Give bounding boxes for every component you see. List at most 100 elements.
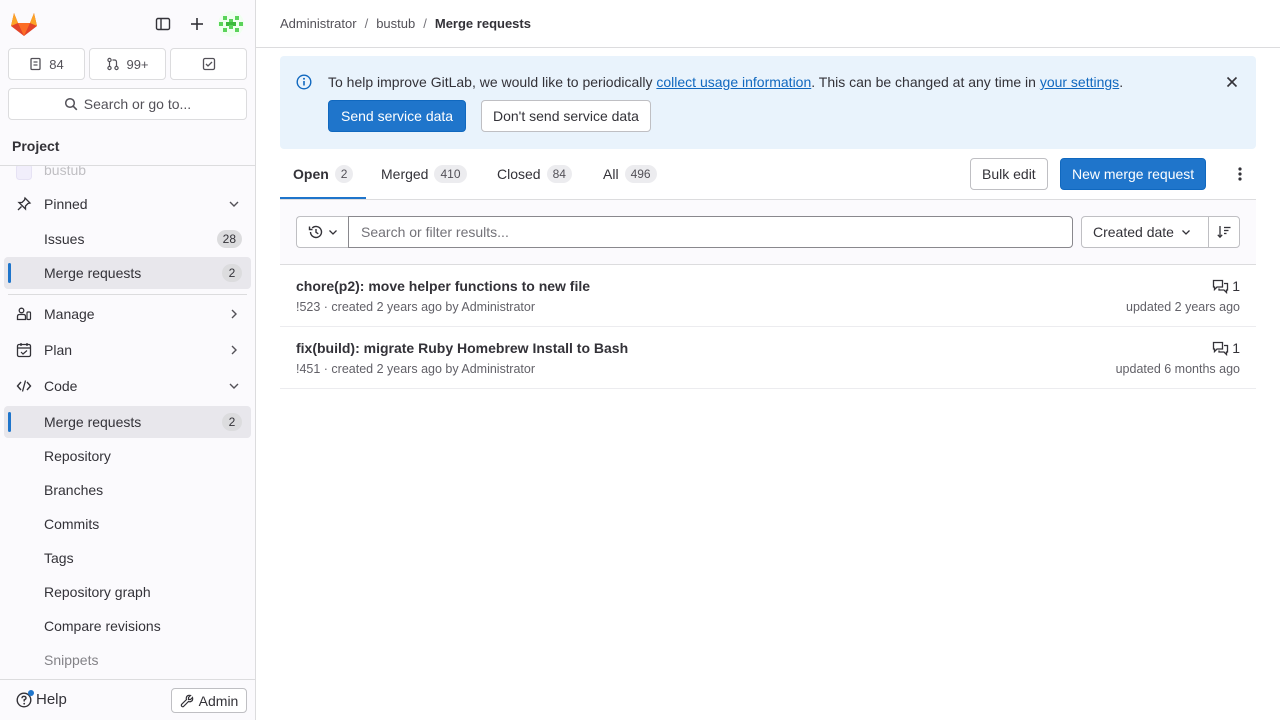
sidebar-item-label: Repository graph — [44, 584, 151, 600]
issues-icon — [29, 57, 43, 71]
banner-text: . This can be changed at any time in — [811, 74, 1040, 90]
sidebar-item-manage[interactable]: Manage — [4, 298, 251, 330]
new-merge-request-button[interactable]: New merge request — [1060, 158, 1207, 190]
tab-all[interactable]: All 496 — [590, 149, 670, 199]
sidebar: 84 99+ Search or go to... Project bustub… — [0, 0, 256, 720]
todo-counter[interactable] — [170, 48, 247, 80]
bulk-edit-button[interactable]: Bulk edit — [970, 158, 1048, 190]
sort-direction-button[interactable] — [1208, 216, 1240, 248]
breadcrumb-item[interactable]: bustub — [376, 16, 415, 31]
sidebar-item-compare-revisions[interactable]: Compare revisions — [4, 610, 251, 642]
chevron-down-icon — [227, 379, 241, 393]
your-settings-link[interactable]: your settings — [1040, 74, 1119, 90]
tab-merged[interactable]: Merged 410 — [368, 149, 480, 199]
admin-button[interactable]: Admin — [171, 688, 247, 713]
merge-request-row: fix(build): migrate Ruby Homebrew Instal… — [280, 327, 1256, 389]
sidebar-item-label: Merge requests — [44, 414, 142, 430]
count-badge: 28 — [216, 230, 242, 248]
filter-bar: Search or filter results... Created date — [280, 200, 1256, 265]
sidebar-item-snippets[interactable]: Snippets — [4, 644, 251, 676]
chevron-down-icon — [327, 226, 339, 238]
sidebar-header — [0, 0, 255, 48]
count-badge: 2 — [222, 413, 242, 431]
users-icon — [16, 306, 32, 322]
sort-select[interactable]: Created date — [1081, 216, 1209, 248]
search-label: Search or go to... — [83, 96, 192, 112]
tab-count: 84 — [546, 165, 572, 183]
sidebar-item-repository[interactable]: Repository — [4, 440, 251, 472]
sidebar-item-label: Tags — [44, 550, 74, 566]
help-button[interactable]: Help — [16, 689, 67, 708]
plus-icon[interactable] — [183, 10, 211, 38]
banner-text: To help improve GitLab, we would like to… — [328, 74, 657, 90]
recent-searches-button[interactable] — [296, 216, 349, 248]
send-service-data-button[interactable]: Send service data — [328, 100, 467, 132]
banner-message: To help improve GitLab, we would like to… — [328, 74, 1123, 90]
sidebar-item-code-merge-requests[interactable]: Merge requests 2 — [4, 406, 251, 438]
sidebar-item-tags[interactable]: Tags — [4, 542, 251, 574]
chevron-right-icon — [227, 343, 241, 357]
merge-request-meta: !451 · created 2 years ago by Administra… — [296, 362, 536, 376]
notification-dot — [28, 689, 34, 696]
thumbtack-icon — [16, 196, 32, 212]
main-content: Administrator / bustub / Merge requests … — [256, 0, 1280, 720]
breadcrumb-item[interactable]: Administrator — [280, 16, 357, 31]
issues-count: 84 — [49, 56, 64, 72]
banner-text: . — [1119, 74, 1124, 90]
code-icon — [16, 378, 32, 394]
merge-requests-count: 99+ — [126, 56, 149, 72]
sort-descending-icon — [1216, 224, 1232, 240]
mr-state-tabs: Open 2 Merged 410 Closed 84 All 496 Bulk edi… — [280, 149, 1256, 200]
more-actions-icon[interactable] — [1228, 162, 1252, 186]
search-button[interactable]: Search or go to... — [8, 88, 247, 120]
divider — [8, 294, 247, 295]
comments-value: 1 — [1232, 278, 1240, 294]
merge-requests-counter[interactable]: 99+ — [89, 48, 166, 80]
collect-usage-link[interactable]: collect usage information — [656, 74, 811, 90]
question-icon — [16, 689, 34, 708]
updated-time: updated 6 months ago — [1115, 362, 1240, 376]
tab-label: Open — [293, 166, 329, 182]
sort-label: Created date — [1093, 224, 1174, 240]
sidebar-item-code[interactable]: Code — [4, 370, 251, 402]
project-item[interactable]: bustub — [4, 166, 251, 186]
sidebar-item-plan[interactable]: Plan — [4, 334, 251, 366]
merge-request-title[interactable]: fix(build): migrate Ruby Homebrew Instal… — [296, 340, 628, 356]
comments-count[interactable]: 1 — [1212, 340, 1240, 356]
tab-label: All — [603, 166, 619, 182]
breadcrumb: Administrator / bustub / Merge requests — [256, 0, 1280, 48]
filter-search-input[interactable]: Search or filter results... — [348, 216, 1073, 248]
manage-label: Manage — [44, 306, 95, 322]
sidebar-item-label: Commits — [44, 516, 100, 532]
sidebar-item-commits[interactable]: Commits — [4, 508, 251, 540]
dont-send-service-data-button[interactable]: Don't send service data — [481, 100, 651, 132]
toggle-sidebar-icon[interactable] — [149, 10, 177, 38]
breadcrumb-current[interactable]: Merge requests — [435, 16, 531, 31]
tab-count: 410 — [434, 165, 467, 183]
tab-label: Merged — [381, 166, 429, 182]
issues-counter[interactable]: 84 — [8, 48, 85, 80]
merge-request-icon — [106, 57, 120, 71]
tab-count: 2 — [334, 165, 354, 183]
sidebar-item-pinned-issues[interactable]: Issues 28 — [4, 223, 251, 255]
sidebar-item-label: Snippets — [44, 652, 99, 668]
tab-closed[interactable]: Closed 84 — [484, 149, 585, 199]
updated-time: updated 2 years ago — [1126, 300, 1240, 314]
plan-label: Plan — [44, 342, 73, 358]
comments-icon — [1212, 278, 1229, 294]
sidebar-item-repository-graph[interactable]: Repository graph — [4, 576, 251, 608]
close-icon[interactable] — [1224, 74, 1240, 90]
breadcrumb-separator: / — [364, 16, 369, 31]
search-icon — [64, 97, 78, 111]
merge-request-meta: !523 · created 2 years ago by Administra… — [296, 300, 536, 314]
merge-request-title[interactable]: chore(p2): move helper functions to new … — [296, 278, 590, 294]
avatar[interactable] — [218, 11, 244, 37]
sidebar-item-pinned-merge-requests[interactable]: Merge requests 2 — [4, 257, 251, 289]
comments-count[interactable]: 1 — [1212, 278, 1240, 294]
tab-open[interactable]: Open 2 — [280, 149, 366, 199]
sidebar-item-branches[interactable]: Branches — [4, 474, 251, 506]
chevron-right-icon — [227, 307, 241, 321]
pinned-section[interactable]: Pinned — [4, 188, 251, 220]
gitlab-logo-icon[interactable] — [10, 11, 38, 37]
pinned-label: Pinned — [44, 196, 88, 212]
